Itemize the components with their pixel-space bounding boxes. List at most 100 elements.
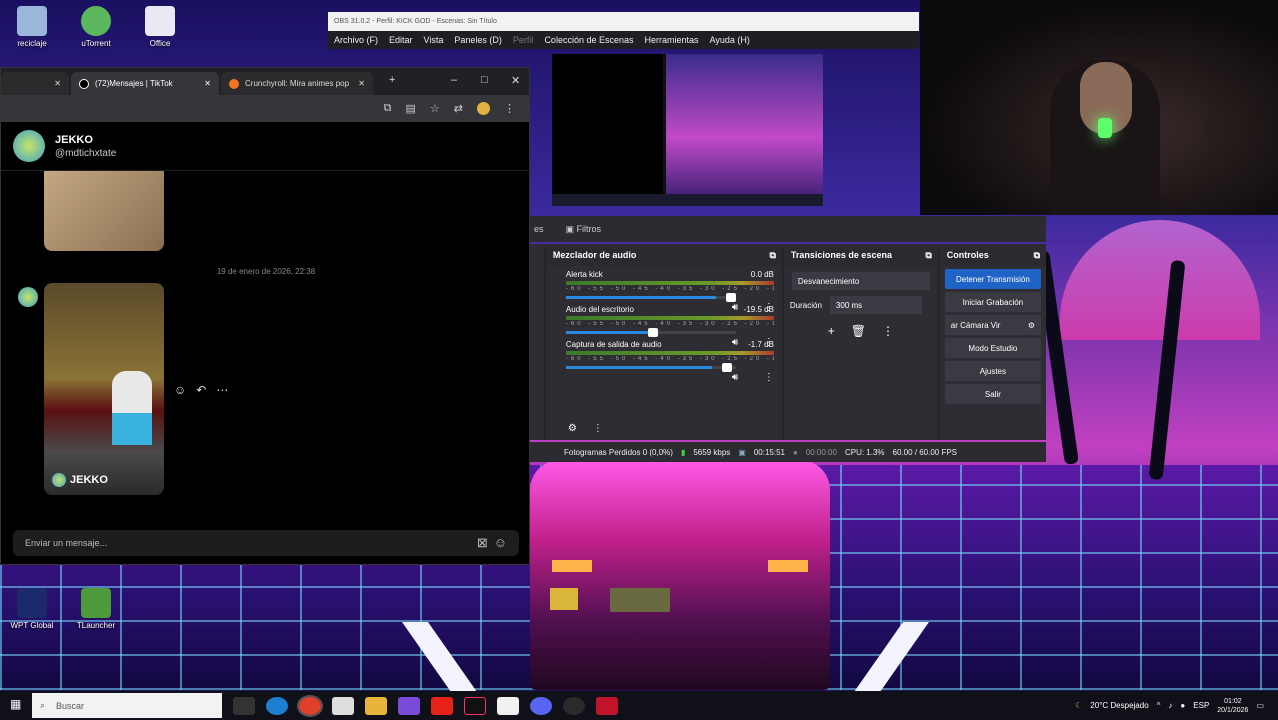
language-indicator[interactable]: ESP [1193, 701, 1209, 710]
menu-ayuda[interactable]: Ayuda (H) [710, 35, 750, 45]
menu-paneles[interactable]: Paneles (D) [454, 35, 502, 45]
volume-slider[interactable] [565, 363, 736, 372]
undock-icon[interactable]: ⧉ [769, 250, 775, 261]
transition-select[interactable]: Desvanecimiento [791, 272, 930, 290]
webcam-overlay [920, 0, 1278, 215]
clock[interactable]: 01:02 20/1/2026 [1217, 697, 1248, 715]
transition-menu-icon[interactable]: ⋮ [882, 324, 894, 338]
close-tab-icon[interactable]: ✕ [358, 79, 365, 88]
speaker-icon[interactable]: 🔊︎ [732, 372, 738, 383]
app-icon[interactable] [398, 696, 420, 715]
menu-herramientas[interactable]: Herramientas [645, 35, 699, 45]
chat-header: JEKKO @mdtichxtate [1, 122, 529, 171]
avatar[interactable] [13, 130, 45, 162]
obs-status-bar: Fotogramas Perdidos 0 (0,0%) ▮ 5659 kbps… [530, 442, 1046, 462]
volume-slider[interactable] [565, 293, 736, 302]
tray-overflow-icon[interactable]: ^ [1157, 701, 1161, 710]
undock-icon[interactable]: ⧉ [925, 250, 931, 261]
desktop-icon-recycle[interactable]: reciclaje [4, 6, 60, 48]
close-tab-icon[interactable]: ✕ [204, 79, 211, 88]
more-icon[interactable]: ⋯ [216, 383, 228, 397]
channel-db: 0.0 dB [750, 270, 774, 279]
browser-toolbar: ⧉ ▤ ☆ ⇄ ⋮ [1, 95, 529, 122]
emoji-icon[interactable]: ☺ [494, 535, 507, 551]
gear-icon[interactable]: ⚙ [1028, 321, 1035, 330]
reply-icon[interactable]: ↶ [196, 383, 206, 397]
menu-perfil[interactable]: Perfil [513, 35, 534, 45]
media-message[interactable] [44, 171, 164, 251]
obs-icon[interactable] [563, 696, 585, 715]
tab-crunchyroll[interactable]: Crunchyroll: Mira animes pop ✕ [221, 72, 373, 95]
search-icon: ⌕ [40, 700, 46, 710]
new-tab-button[interactable]: + [389, 74, 395, 86]
youtube-icon[interactable] [431, 696, 453, 715]
menu-editar[interactable]: Editar [389, 35, 413, 45]
sources-tab-fragment[interactable]: es [534, 224, 544, 234]
star-icon[interactable]: ☆ [430, 102, 440, 115]
video-message[interactable]: JEKKO [44, 283, 164, 495]
tiktok-taskbar-icon[interactable] [464, 696, 486, 715]
mic-icon[interactable]: ● [1180, 701, 1185, 710]
chrome-icon[interactable] [297, 694, 323, 717]
desktop-icon-label: TLauncher [76, 621, 116, 630]
channel-db: -1.7 dB [748, 340, 774, 349]
file-explorer-icon[interactable] [365, 696, 387, 715]
task-view-icon[interactable] [233, 696, 255, 715]
tlauncher-taskbar-icon[interactable] [596, 696, 618, 715]
office-icon [145, 6, 175, 36]
menu-coleccion[interactable]: Colección de Escenas [544, 35, 633, 45]
menu-archivo[interactable]: Archivo (F) [334, 35, 378, 45]
store-icon[interactable] [332, 696, 354, 715]
desktop-icon-utorrent[interactable]: uTorrent [68, 6, 124, 48]
taskbar-search[interactable]: ⌕ Buscar [32, 693, 222, 718]
stop-stream-button[interactable]: Detener Transmisión [944, 269, 1041, 289]
tab-hidden[interactable]: ✕ [1, 72, 69, 95]
obs-preview[interactable] [552, 54, 823, 206]
filters-button[interactable]: ▣ Filtros [566, 224, 602, 235]
mixer-menu-icon[interactable]: ⋮ [593, 423, 603, 434]
emoji-reaction-icon[interactable]: ☺ [174, 383, 186, 397]
discord-icon[interactable] [530, 696, 552, 715]
desktop-icon-tlauncher[interactable]: TLauncher [68, 588, 124, 630]
volume-icon[interactable]: ♪ [1168, 701, 1172, 710]
desktop-icon-office[interactable]: Office [132, 6, 188, 48]
add-transition-icon[interactable]: + [828, 324, 835, 338]
tab-tiktok[interactable]: (72)Mensajes | TikTok ✕ [71, 72, 219, 95]
sticker-icon[interactable]: ⊠ [477, 535, 488, 551]
chat-name[interactable]: JEKKO [55, 134, 116, 146]
menu-vista[interactable]: Vista [424, 35, 444, 45]
duration-input[interactable]: 300 ms [829, 296, 922, 314]
close-window-button[interactable]: ✕ [511, 74, 520, 87]
extension-icon[interactable]: ⇄ [454, 102, 463, 115]
undock-icon[interactable]: ⧉ [1034, 250, 1040, 261]
minimize-button[interactable]: – [451, 74, 457, 86]
windows-start-icon[interactable]: ▦ [10, 697, 21, 711]
edge-icon[interactable] [266, 696, 288, 715]
maximize-button[interactable]: □ [481, 74, 488, 86]
studio-mode-button[interactable]: Modo Estudio [944, 338, 1041, 358]
virtual-camera-button[interactable]: ar Cámara Vir ⚙ [944, 315, 1041, 335]
sender-avatar[interactable] [18, 287, 38, 307]
volume-slider[interactable] [565, 328, 736, 337]
trash-icon[interactable]: 🗑︎ [851, 324, 866, 338]
clock-time: 01:02 [1224, 697, 1242, 705]
notifications-icon[interactable]: ▭ [1256, 701, 1264, 710]
channel-menu-icon[interactable]: ⋮ [764, 372, 774, 383]
virtual-camera-label: ar Cámara Vir [950, 320, 1001, 330]
mixer-settings-icon[interactable]: ⚙ [568, 423, 577, 434]
menu-icon[interactable]: ⋮ [504, 102, 515, 115]
settings-button[interactable]: Ajustes [944, 361, 1041, 381]
weather-text[interactable]: 20°C Despejado [1090, 701, 1148, 710]
close-tab-icon[interactable]: ✕ [54, 79, 61, 88]
start-recording-button[interactable]: Iniciar Grabación [944, 292, 1041, 312]
profile-icon[interactable] [477, 102, 490, 115]
translate-icon[interactable]: ▤ [406, 102, 416, 115]
exit-button[interactable]: Salir [944, 384, 1041, 404]
video-caption: JEKKO [52, 473, 108, 487]
screenshot-icon[interactable]: ⧉ [384, 102, 392, 115]
calculator-icon[interactable] [497, 696, 519, 715]
message-composer[interactable]: Enviar un mensaje... ⊠ ☺ [13, 530, 519, 556]
volume-meter [565, 351, 774, 355]
desktop-icon-wpt[interactable]: WPT Global [4, 588, 60, 630]
audio-mixer-panel: Mezclador de audio ⧉ Alerta kick 0.0 dB -6… [545, 244, 782, 440]
